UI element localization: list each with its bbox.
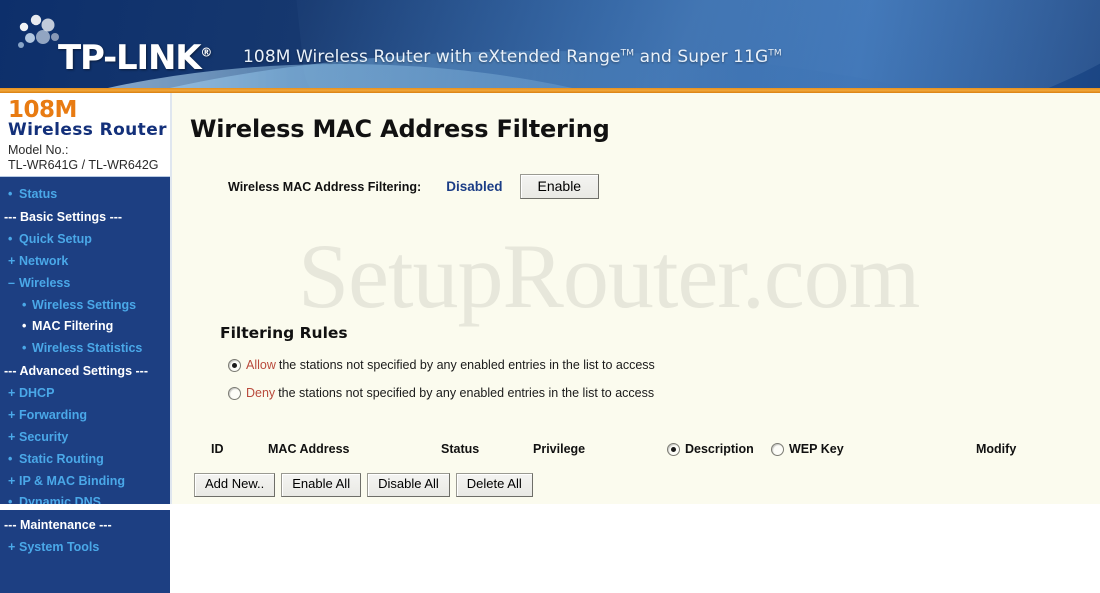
sidebar-separator: --- Advanced Settings --- — [4, 363, 148, 378]
main-content: SetupRouter.com Wireless MAC Address Fil… — [170, 93, 1100, 510]
delete-all-button[interactable]: Delete All — [455, 473, 533, 497]
description-radio[interactable] — [667, 442, 680, 456]
column-header-wepkey: WEP Key — [789, 442, 844, 456]
sidebar-brand-speed: 108M — [8, 97, 77, 123]
sidebar-item-marker-icon: • — [8, 231, 13, 246]
sidebar-item-label: Forwarding — [19, 407, 88, 422]
sidebar-item-marker-icon: • — [8, 451, 13, 466]
column-header-wepkey-toggle[interactable]: WEP Key — [771, 442, 844, 456]
allow-label: Allow — [246, 358, 276, 372]
sidebar-item-marker-icon: • — [22, 297, 27, 312]
logo-text: TP-LINK — [58, 38, 202, 78]
sidebar-item-label: Wireless Statistics — [32, 341, 143, 356]
sidebar-item-label: IP & MAC Binding — [19, 473, 126, 488]
allow-description: the stations not specified by any enable… — [278, 358, 655, 372]
sidebar-separator: --- Basic Settings --- — [4, 209, 123, 224]
sidebar-item-network[interactable]: + Network — [0, 250, 170, 272]
column-header-modify: Modify — [976, 442, 1017, 456]
wep-key-radio[interactable] — [771, 442, 784, 456]
sidebar-item-static-routing[interactable]: • Static Routing — [0, 448, 170, 470]
column-header-privilege: Privilege — [533, 442, 586, 456]
mac-filtering-status: Disabled — [446, 179, 503, 195]
sidebar-item-marker-icon: + — [8, 473, 16, 488]
sidebar-item-ip-mac-binding[interactable]: + IP & MAC Binding — [0, 470, 170, 492]
sidebar-item-wireless[interactable]: – Wireless — [0, 272, 170, 294]
sidebar-item-marker-icon: + — [8, 540, 16, 555]
sidebar-item-security[interactable]: + Security — [0, 426, 170, 448]
sidebar-item-marker-icon: • — [22, 319, 27, 334]
deny-description: the stations not specified by any enable… — [278, 386, 655, 400]
add-new-button[interactable]: Add New.. — [194, 473, 276, 497]
sidebar-item-marker-icon: + — [8, 386, 16, 401]
sidebar-brand: 108M Wireless Router Model No.: TL-WR641… — [0, 93, 170, 176]
logo-wordmark: TP-LINK® — [58, 38, 212, 78]
mac-filtering-label: Wireless MAC Address Filtering: — [228, 179, 422, 194]
tagline-part-1: 108M Wireless Router with eXtended Range — [243, 47, 621, 67]
header-tagline: 108M Wireless Router with eXtended Range… — [243, 47, 782, 67]
enable-all-button[interactable]: Enable All — [281, 473, 362, 497]
sidebar-item-quick-setup[interactable]: • Quick Setup — [0, 228, 170, 250]
sidebar-item-label: Security — [19, 429, 69, 444]
sidebar-item-marker-icon: + — [8, 429, 16, 444]
tagline-part-2: and Super 11G — [634, 47, 769, 67]
sidebar-model-label: Model No.: — [8, 142, 69, 157]
sidebar-item-status[interactable]: • Status — [0, 184, 170, 206]
sidebar-item-marker-icon: + — [8, 253, 16, 268]
sidebar-item-marker-icon: – — [8, 275, 15, 290]
sidebar-model-value: TL-WR641G / TL-WR642G — [8, 157, 159, 172]
column-header-status: Status — [441, 442, 480, 456]
tagline-tm-2: TM — [768, 48, 782, 59]
sidebar-item-label: System Tools — [19, 540, 100, 555]
enable-filtering-button[interactable]: Enable — [519, 174, 600, 200]
column-header-description: Description — [685, 442, 754, 456]
sidebar-item-wireless-statistics[interactable]: • Wireless Statistics — [0, 338, 170, 360]
filtering-rule-allow-row[interactable]: Allow the stations not specified by any … — [228, 358, 655, 372]
disable-all-button[interactable]: Disable All — [367, 473, 450, 497]
logo-registered-mark: ® — [200, 45, 213, 60]
sidebar-item-label: Status — [19, 187, 58, 202]
bottom-strip — [0, 504, 1100, 510]
filtering-rules-heading: Filtering Rules — [220, 324, 348, 342]
sidebar-item-forwarding[interactable]: + Forwarding — [0, 404, 170, 426]
site-header: TP-LINK® 108M Wireless Router with eXten… — [0, 0, 1100, 88]
sidebar-item-label: DHCP — [19, 386, 55, 401]
sidebar-item-label: Network — [19, 253, 69, 268]
column-header-id: ID — [211, 442, 224, 456]
mac-filtering-status-row: Wireless MAC Address Filtering: Disabled… — [228, 174, 600, 200]
deny-radio[interactable] — [228, 386, 241, 400]
sidebar-item-label: Static Routing — [19, 451, 104, 466]
sidebar-item-label: Quick Setup — [19, 231, 92, 246]
sidebar-item-label: Wireless Settings — [32, 297, 137, 312]
column-header-description-toggle[interactable]: Description — [667, 442, 754, 456]
allow-radio[interactable] — [228, 358, 241, 372]
table-action-buttons: Add New.. Enable All Disable All Delete … — [194, 473, 533, 497]
deny-label: Deny — [246, 386, 276, 400]
filtering-rule-deny-row[interactable]: Deny the stations not specified by any e… — [228, 386, 654, 400]
sidebar-item-dhcp[interactable]: + DHCP — [0, 383, 170, 405]
tplink-logo: TP-LINK® — [14, 13, 224, 78]
column-header-mac: MAC Address — [268, 442, 350, 456]
sidebar-separator: --- Maintenance --- — [4, 517, 112, 532]
sidebar-menu: • Status --- Basic Settings --- • Quick Setu… — [0, 175, 170, 593]
sidebar-item-marker-icon: • — [22, 341, 27, 356]
sidebar-item-marker-icon: • — [8, 187, 13, 202]
page-title: Wireless MAC Address Filtering — [190, 115, 610, 143]
sidebar-item-dynamic-dns[interactable]: • Dynamic DNS — [0, 492, 170, 514]
sidebar-item-mac-filtering[interactable]: • MAC Filtering — [0, 316, 170, 338]
sidebar-brand-device: Wireless Router — [8, 120, 167, 141]
site-watermark: SetupRouter.com — [298, 225, 920, 327]
sidebar: 108M Wireless Router Model No.: TL-WR641… — [0, 93, 170, 593]
sidebar-item-label: MAC Filtering — [32, 319, 114, 334]
sidebar-item-system-tools[interactable]: + System Tools — [0, 537, 170, 559]
sidebar-item-marker-icon: + — [8, 407, 16, 422]
tagline-tm-1: TM — [620, 48, 635, 59]
sidebar-item-wireless-settings[interactable]: • Wireless Settings — [0, 294, 170, 316]
sidebar-item-label: Wireless — [19, 275, 71, 290]
